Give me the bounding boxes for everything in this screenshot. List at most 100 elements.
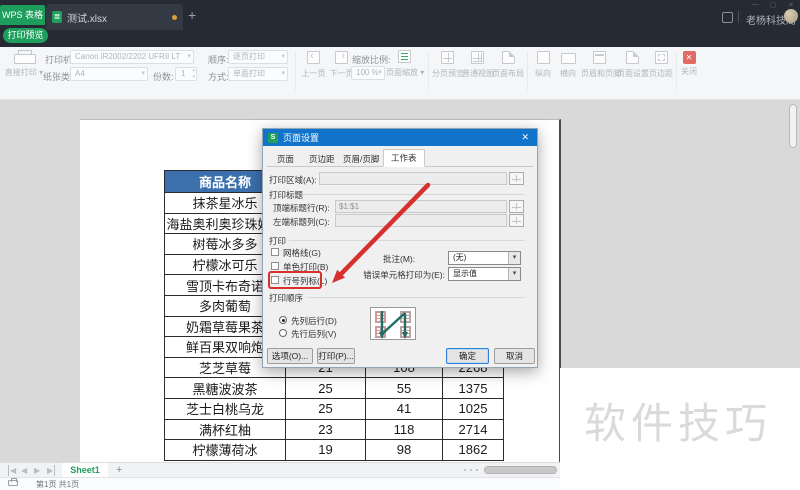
window-maximize-button[interactable]: ▢ xyxy=(770,1,777,9)
normal-view-icon xyxy=(471,51,484,64)
previous-page-icon xyxy=(307,51,320,64)
next-sheet-icon[interactable]: ▶ xyxy=(34,465,40,476)
print-order-group-label: 打印顺序 xyxy=(269,292,303,304)
scroll-grip-dot xyxy=(470,469,472,471)
print-order-select[interactable]: 逐页打印 xyxy=(228,50,288,64)
zoom-ratio-select[interactable]: 100 % xyxy=(351,66,385,80)
print-button[interactable]: 打印(P)... xyxy=(317,348,355,364)
print-group-label: 打印 xyxy=(269,235,286,247)
divider xyxy=(289,240,525,241)
print-order-label: 顺序: xyxy=(208,53,229,66)
wps-sheet-icon: S xyxy=(268,133,278,143)
print-area-input[interactable] xyxy=(319,172,507,185)
dialog-title-bar[interactable]: S 页面设置 ✕ xyxy=(263,129,537,146)
gridlines-checkbox[interactable] xyxy=(271,248,279,256)
page-zoom-button[interactable]: 页面缩放 ▾ xyxy=(386,50,422,78)
tab-header-footer[interactable]: 页眉/页脚 xyxy=(335,150,387,166)
value-cell: 98 xyxy=(366,440,443,461)
product-name-cell: 柠檬薄荷冰 xyxy=(165,440,286,461)
left-title-col-input[interactable] xyxy=(335,214,507,227)
print-area-label: 打印区域(A): xyxy=(269,174,317,186)
window-close-button[interactable]: ✕ xyxy=(788,1,794,9)
horizontal-scrollbar-thumb[interactable] xyxy=(484,466,557,474)
error-cells-select[interactable]: 显示值 xyxy=(448,267,521,281)
dialog-close-icon[interactable]: ✕ xyxy=(518,132,532,143)
direct-print-button[interactable]: 直接打印 ▾ xyxy=(2,50,46,78)
value-cell: 19 xyxy=(286,440,366,461)
first-sheet-icon[interactable]: ◀ xyxy=(8,465,16,476)
window-minimize-button[interactable]: — xyxy=(752,1,759,8)
title-bar: WPS 表格 ≣ 测试.xlsx + — ▢ ✕ 老杨科技局 打印预览 xyxy=(0,0,800,47)
scroll-grip-dot xyxy=(476,469,478,471)
tab-page[interactable]: 页面 xyxy=(269,150,302,166)
spreadsheet-file-icon: ≣ xyxy=(52,11,62,23)
value-cell: 118 xyxy=(366,420,443,441)
mono-print-checkbox[interactable] xyxy=(271,262,279,270)
options-button[interactable]: 选项(O)... xyxy=(267,348,313,364)
landscape-button[interactable]: 横向 xyxy=(556,51,580,79)
annotation-highlight-box xyxy=(268,271,322,289)
page-layout-icon xyxy=(502,51,515,64)
range-picker-icon[interactable] xyxy=(509,214,524,227)
vertical-scrollbar-thumb[interactable] xyxy=(789,104,797,148)
down-then-over-label[interactable]: 先列后行(D) xyxy=(291,315,337,327)
gridlines-label[interactable]: 网格线(G) xyxy=(283,247,321,259)
new-tab-button[interactable]: + xyxy=(188,7,196,23)
add-sheet-button[interactable]: + xyxy=(116,464,122,476)
unsaved-dot-icon xyxy=(172,15,177,20)
left-title-col-label: 左端标题列(C): xyxy=(273,216,330,228)
prev-sheet-icon[interactable]: ◀ xyxy=(21,465,27,476)
margins-button[interactable]: 页边距 xyxy=(648,51,674,79)
divider xyxy=(738,11,739,23)
header-footer-icon xyxy=(593,51,606,64)
product-name-cell: 满杯红柚 xyxy=(165,420,286,441)
close-preview-button[interactable]: ✕ 关闭 xyxy=(678,51,700,77)
product-name-cell: 芝士白桃乌龙 xyxy=(165,399,286,420)
value-cell: 1025 xyxy=(443,399,504,420)
page-zoom-icon xyxy=(398,50,411,63)
portrait-page-icon xyxy=(537,51,550,64)
last-sheet-icon[interactable]: ▶ xyxy=(47,465,55,476)
table-row: 芝士白桃乌龙25411025 xyxy=(165,399,504,420)
over-then-down-radio[interactable] xyxy=(279,329,287,337)
value-cell: 1862 xyxy=(443,440,504,461)
landscape-page-icon xyxy=(561,53,576,64)
value-cell: 25 xyxy=(286,399,366,420)
status-printer-icon xyxy=(8,480,18,486)
copies-stepper[interactable]: 1 xyxy=(175,67,197,81)
order-arrow-icon xyxy=(371,308,417,341)
top-title-row-input[interactable]: $1:$1 xyxy=(335,200,507,213)
top-title-row-label: 顶端标题行(R): xyxy=(273,202,330,214)
page-layout-button[interactable]: 页面布局 xyxy=(492,51,524,79)
range-picker-icon[interactable] xyxy=(509,172,524,185)
user-avatar[interactable] xyxy=(784,9,798,23)
tab-sheet[interactable]: 工作表 xyxy=(383,149,425,167)
value-cell: 2714 xyxy=(443,420,504,441)
down-then-over-radio[interactable] xyxy=(279,316,287,324)
comments-select[interactable]: (无) xyxy=(448,251,521,265)
portrait-button[interactable]: 纵向 xyxy=(531,51,555,79)
printer-select[interactable]: Canon iR2002/2202 UFRII LT xyxy=(70,50,194,64)
divider xyxy=(295,52,296,90)
paper-type-select[interactable]: A4 xyxy=(70,67,148,81)
cancel-button[interactable]: 取消 xyxy=(494,348,535,364)
divider xyxy=(428,52,429,90)
app-menu-tab[interactable]: WPS 表格 xyxy=(0,5,45,25)
page-setup-button[interactable]: 页面设置 xyxy=(617,51,647,79)
previous-page-button[interactable]: 上一页 xyxy=(300,51,327,79)
table-row: 满杯红柚231182714 xyxy=(165,420,504,441)
print-preview-toolbar: 直接打印 ▾ 打印机: Canon iR2002/2202 UFRII LT 纸… xyxy=(0,47,800,100)
header-footer-button[interactable]: 页眉和页脚 xyxy=(581,51,617,79)
duplex-select[interactable]: 单面打印 xyxy=(228,67,288,81)
device-sync-icon[interactable] xyxy=(722,12,733,23)
normal-view-button[interactable]: 普通视图 xyxy=(462,51,492,79)
watermark-panel: 软件技巧 xyxy=(560,368,800,488)
divider xyxy=(307,297,525,298)
print-order-preview-graphic xyxy=(370,307,416,340)
document-tab[interactable]: ≣ 测试.xlsx xyxy=(46,4,183,30)
range-picker-icon[interactable] xyxy=(509,200,524,213)
page-break-preview-button[interactable]: 分页预览 xyxy=(432,51,462,79)
ok-button[interactable]: 确定 xyxy=(446,348,489,364)
over-then-down-label[interactable]: 先行后列(V) xyxy=(291,328,336,340)
sheet-tab[interactable]: Sheet1 xyxy=(62,463,108,477)
